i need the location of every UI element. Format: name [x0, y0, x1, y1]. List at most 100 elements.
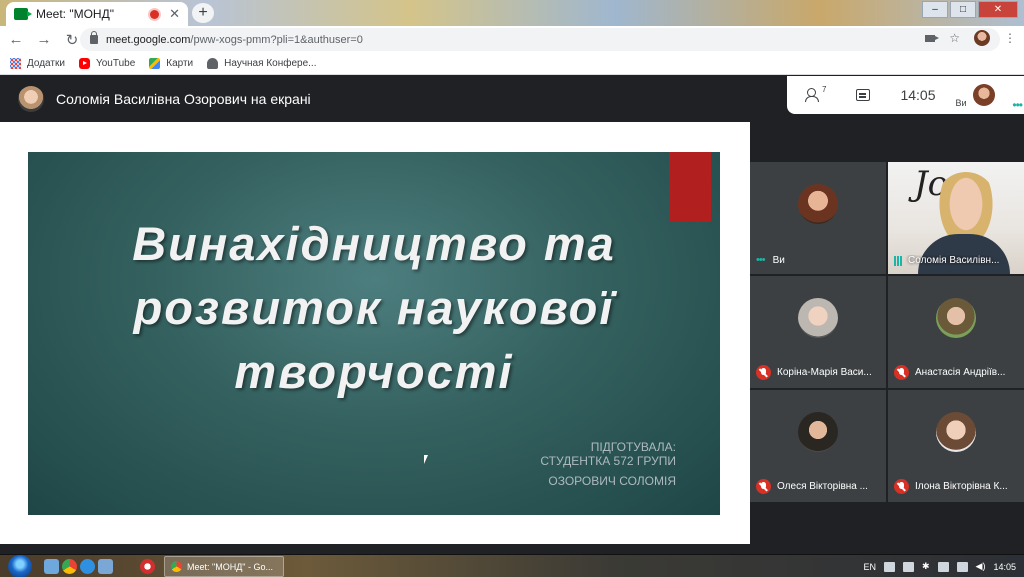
tab-close-icon[interactable]: ✕	[169, 6, 180, 22]
chrome-icon	[171, 561, 182, 572]
minimize-icon[interactable]: –	[922, 1, 948, 18]
participant-avatar	[798, 412, 838, 452]
more-dots-icon[interactable]: •••	[1012, 98, 1023, 112]
participant-count: 7	[822, 84, 827, 94]
chrome-icon[interactable]	[62, 559, 77, 574]
window-controls: – □ ✕	[922, 1, 1018, 18]
participant-name-text: Олеся Вікторівна ...	[777, 481, 868, 492]
participant-name: Олеся Вікторівна ...	[756, 479, 880, 494]
slide-title: Винахідництво та розвиток наукової творч…	[28, 212, 720, 404]
maps-icon	[149, 58, 161, 69]
meeting-info-panel: 7 14:05 Ви •••	[787, 76, 1024, 114]
participant-tile[interactable]: ••• Ви	[750, 162, 886, 274]
participant-name: Коріна-Марія Васи...	[756, 365, 880, 380]
presenter-bar: Соломія Василівна Озорович на екрані	[0, 76, 786, 122]
presenter-avatar	[18, 86, 44, 112]
participant-tile[interactable]: Коріна-Марія Васи...	[750, 276, 886, 388]
participant-name-text: Анастасія Андріїв...	[915, 367, 1006, 378]
people-icon[interactable]	[805, 88, 823, 102]
url-text: meet.google.com/pww-xogs-pmm?pli=1&authu…	[106, 33, 363, 46]
bookmarks-bar: Додатки YouTube Карти Научная Конфере...	[0, 53, 1024, 75]
tab-title: Meet: "МОНД"	[36, 7, 114, 21]
bookmark-label: YouTube	[95, 58, 136, 69]
bookmark-label: Научная Конфере...	[224, 58, 317, 69]
maximize-icon[interactable]: □	[950, 1, 976, 18]
camera-in-use-icon[interactable]	[925, 34, 940, 42]
participant-avatar	[798, 298, 838, 338]
participant-video-tile[interactable]: Jo Соломія Василівн...	[888, 162, 1024, 274]
menu-kebab-icon[interactable]: ⋮	[1004, 31, 1016, 45]
participant-avatar	[936, 412, 976, 452]
tray-app-icon[interactable]	[937, 561, 949, 572]
language-indicator[interactable]: EN	[863, 562, 876, 572]
speaking-indicator-icon	[894, 255, 902, 266]
task-label: Meet: "МОНД" - Go...	[187, 561, 273, 572]
tray-app-icon[interactable]	[884, 561, 895, 572]
taskbar-task-chrome[interactable]: Meet: "МОНД" - Go...	[164, 556, 284, 577]
show-desktop-icon[interactable]	[44, 559, 59, 574]
lock-icon	[90, 31, 98, 44]
bookmark-apps[interactable]: Додатки	[10, 58, 65, 69]
participant-avatar	[798, 184, 838, 224]
mic-off-icon	[756, 365, 771, 380]
recording-indicator-icon	[150, 9, 160, 19]
taskbar-clock[interactable]: 14:05	[993, 562, 1016, 572]
slide-author: ОЗОРОВИЧ СОЛОМІЯ	[548, 474, 676, 488]
participant-tile[interactable]: Анастасія Андріїв...	[888, 276, 1024, 388]
self-avatar[interactable]	[972, 84, 995, 106]
profile-avatar[interactable]	[974, 30, 990, 46]
bookmark-maps[interactable]: Карти	[149, 58, 193, 69]
participant-name-text: Ви	[772, 254, 785, 266]
presentation-slide: Винахідництво та розвиток наукової творч…	[28, 152, 720, 515]
mic-off-icon	[894, 365, 909, 380]
browser-tab-meet[interactable]: Meet: "МОНД" ✕	[6, 2, 188, 26]
participant-name-text: Соломія Василівн...	[908, 255, 1000, 266]
bookmark-conference[interactable]: Научная Конфере...	[207, 58, 316, 69]
slide-title-line: творчості	[234, 345, 514, 398]
participant-tile[interactable]: Олеся Вікторівна ...	[750, 390, 886, 502]
participant-name: Анастасія Андріїв...	[894, 365, 1018, 380]
new-tab-button[interactable]: +	[192, 3, 214, 23]
omnibox-actions: ☆ ⋮	[925, 30, 1016, 46]
bluetooth-icon[interactable]: ✱	[922, 561, 930, 572]
participant-name-text: Коріна-Марія Васи...	[777, 367, 872, 378]
apps-grid-icon	[10, 58, 21, 69]
tray-app-icon[interactable]	[903, 561, 914, 572]
participant-grid: ••• Ви Jo Соломія Василівн... Коріна-Мар…	[750, 162, 1024, 554]
mic-off-icon	[756, 479, 771, 494]
slide-title-line: розвиток наукової	[133, 281, 615, 334]
presenter-title: Соломія Василівна Озорович на екрані	[56, 91, 311, 107]
participant-avatar	[936, 298, 976, 338]
internet-explorer-icon[interactable]	[80, 559, 95, 574]
participant-name-text: Ілона Вікторівна К...	[915, 481, 1008, 492]
chat-icon[interactable]	[856, 89, 871, 101]
youtube-icon	[78, 58, 90, 69]
start-button[interactable]	[8, 555, 32, 577]
graduation-cap-icon	[207, 58, 219, 69]
participant-name: Соломія Василівн...	[894, 255, 1018, 266]
bookmark-youtube[interactable]: YouTube	[78, 58, 136, 69]
volume-icon[interactable]: ◀)	[976, 561, 986, 572]
more-dots-icon[interactable]: •••	[756, 254, 766, 266]
screen: Meet: "МОНД" ✕ + – □ ✕ ← → ↻ meet.google…	[0, 0, 1024, 577]
slide-prepared-by: ПІДГОТУВАЛА: СТУДЕНТКА 572 ГРУПИ	[540, 440, 676, 468]
window-close-icon[interactable]: ✕	[978, 1, 1018, 18]
presentation-frame: Винахідництво та розвиток наукової творч…	[0, 122, 750, 544]
address-bar[interactable]: meet.google.com/pww-xogs-pmm?pli=1&authu…	[80, 28, 1000, 51]
network-icon[interactable]	[956, 561, 968, 572]
back-arrow-icon[interactable]: ←	[4, 31, 28, 48]
participant-video-body	[918, 234, 1010, 274]
star-icon[interactable]: ☆	[949, 31, 960, 45]
participant-name: ••• Ви	[756, 254, 880, 266]
participant-name: Ілона Вікторівна К...	[894, 479, 1018, 494]
prepared-label: ПІДГОТУВАЛА:	[590, 440, 676, 454]
window-switch-icon[interactable]	[98, 559, 113, 574]
student-group: СТУДЕНТКА 572 ГРУПИ	[540, 454, 676, 468]
meet-favicon-icon	[14, 8, 32, 20]
forward-arrow-icon[interactable]: →	[32, 31, 56, 48]
windows-taskbar: Meet: "МОНД" - Go... EN ✱ ◀) 14:05	[0, 554, 1024, 577]
participant-tile[interactable]: Ілона Вікторівна К...	[888, 390, 1024, 502]
slide-title-line: Винахідництво та	[132, 217, 616, 270]
opera-icon[interactable]	[140, 559, 155, 574]
mic-off-icon	[894, 479, 909, 494]
